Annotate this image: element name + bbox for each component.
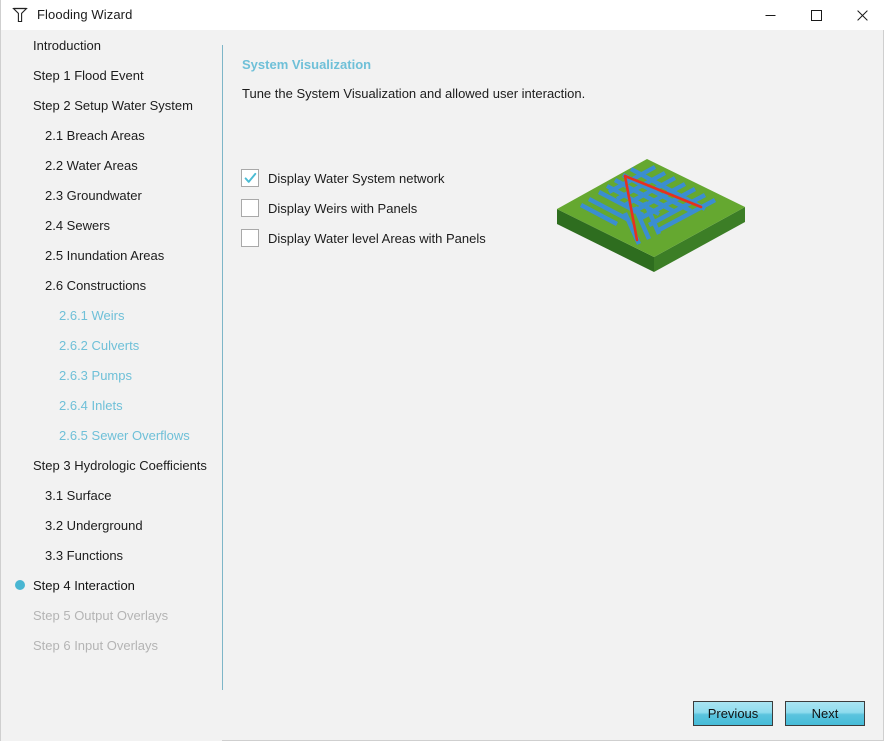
sidebar-item-label: Step 1 Flood Event: [33, 67, 144, 83]
close-icon[interactable]: [839, 0, 884, 30]
sidebar-item-step-4-interaction[interactable]: Step 4 Interaction: [1, 570, 222, 600]
sidebar-item-2-6-5-sewer-overflows[interactable]: 2.6.5 Sewer Overflows: [1, 420, 222, 450]
sidebar-item-3-1-surface[interactable]: 3.1 Surface: [1, 480, 222, 510]
checkbox-label: Display Weirs with Panels: [268, 200, 418, 216]
checkbox-row[interactable]: Display Water System network: [241, 163, 486, 193]
sidebar-item-label: 2.6.5 Sewer Overflows: [59, 427, 190, 443]
main-content: System Visualization Tune the System Vis…: [223, 30, 884, 741]
sidebar-item-label: Step 2 Setup Water System: [33, 97, 193, 113]
wizard-step-navigation: Introduction Step 1 Flood Event Step 2 Set…: [1, 30, 222, 741]
page-subtitle: Tune the System Visualization and allowe…: [242, 86, 586, 101]
sidebar-item-2-6-2-culverts[interactable]: 2.6.2 Culverts: [1, 330, 222, 360]
sidebar-item-label: 2.2 Water Areas: [45, 157, 138, 173]
sidebar-item-label: Step 3 Hydrologic Coefficients: [33, 457, 207, 473]
sidebar-item-3-3-functions[interactable]: 3.3 Functions: [1, 540, 222, 570]
water-system-3d-preview: [557, 159, 745, 272]
sidebar-item-label: Step 4 Interaction: [33, 577, 135, 593]
sidebar-item-label: 3.3 Functions: [45, 547, 124, 563]
sidebar-item-2-6-constructions[interactable]: 2.6 Constructions: [1, 270, 222, 300]
checkbox-row[interactable]: Display Weirs with Panels: [241, 193, 486, 223]
checkbox-label: Display Water System network: [268, 170, 445, 186]
checkbox-unchecked-icon[interactable]: [241, 199, 259, 217]
sidebar-item-label: 2.3 Groundwater: [45, 187, 142, 203]
checkbox-row[interactable]: Display Water level Areas with Panels: [241, 223, 486, 253]
sidebar-item-label: Step 5 Output Overlays: [33, 607, 169, 623]
maximize-icon[interactable]: [793, 0, 839, 30]
sidebar-item-label: 2.6.4 Inlets: [59, 397, 123, 413]
sidebar-item-step-3-hydrologic-coefficients[interactable]: Step 3 Hydrologic Coefficients: [1, 450, 222, 480]
flooding-wizard-window: Flooding Wizard Introduction Step 1 Flood…: [0, 0, 884, 741]
checkbox-label: Display Water level Areas with Panels: [268, 230, 486, 246]
sidebar-item-2-6-4-inlets[interactable]: 2.6.4 Inlets: [1, 390, 222, 420]
sidebar-item-step-2-setup-water-system[interactable]: Step 2 Setup Water System: [1, 90, 222, 120]
sidebar-item-label: 3.1 Surface: [45, 487, 112, 503]
sidebar-item-label: 2.6.2 Culverts: [59, 337, 140, 353]
sidebar-item-2-1-breach-areas[interactable]: 2.1 Breach Areas: [1, 120, 222, 150]
sidebar-item-3-2-underground[interactable]: 3.2 Underground: [1, 510, 222, 540]
wizard-footer: Previous Next: [693, 701, 865, 726]
sidebar-item-introduction[interactable]: Introduction: [1, 30, 222, 60]
window-controls: [747, 0, 884, 30]
weir-structure-icon: [12, 7, 28, 23]
sidebar-item-2-5-inundation-areas[interactable]: 2.5 Inundation Areas: [1, 240, 222, 270]
sidebar-item-2-6-3-pumps[interactable]: 2.6.3 Pumps: [1, 360, 222, 390]
checkbox-checked-icon[interactable]: [241, 169, 259, 187]
visualization-options-list: Display Water System network Display Weir…: [241, 163, 486, 253]
minimize-icon[interactable]: [747, 0, 793, 30]
sidebar-item-2-3-groundwater[interactable]: 2.3 Groundwater: [1, 180, 222, 210]
active-step-indicator: [15, 580, 25, 590]
page-title: System Visualization: [242, 57, 372, 72]
sidebar-item-label: 2.1 Breach Areas: [45, 127, 145, 143]
sidebar-item-step-6-input-overlays: Step 6 Input Overlays: [1, 630, 222, 660]
title-bar: Flooding Wizard: [1, 0, 884, 30]
sidebar-item-step-1-flood-event[interactable]: Step 1 Flood Event: [1, 60, 222, 90]
sidebar-item-2-6-1-weirs[interactable]: 2.6.1 Weirs: [1, 300, 222, 330]
next-button[interactable]: Next: [785, 701, 865, 726]
sidebar-item-2-4-sewers[interactable]: 2.4 Sewers: [1, 210, 222, 240]
sidebar-item-label: Introduction: [33, 37, 101, 53]
sidebar-item-label: 2.6 Constructions: [45, 277, 147, 293]
window-title: Flooding Wizard: [37, 7, 133, 22]
sidebar-item-2-2-water-areas[interactable]: 2.2 Water Areas: [1, 150, 222, 180]
sidebar-item-step-5-output-overlays: Step 5 Output Overlays: [1, 600, 222, 630]
previous-button[interactable]: Previous: [693, 701, 773, 726]
sidebar-item-label: 2.6.1 Weirs: [59, 307, 125, 323]
sidebar-item-label: 2.5 Inundation Areas: [45, 247, 165, 263]
sidebar-item-label: 2.6.3 Pumps: [59, 367, 132, 383]
sidebar-item-label: Step 6 Input Overlays: [33, 637, 159, 653]
sidebar-item-label: 3.2 Underground: [45, 517, 143, 533]
checkbox-unchecked-icon[interactable]: [241, 229, 259, 247]
sidebar-item-label: 2.4 Sewers: [45, 217, 111, 233]
